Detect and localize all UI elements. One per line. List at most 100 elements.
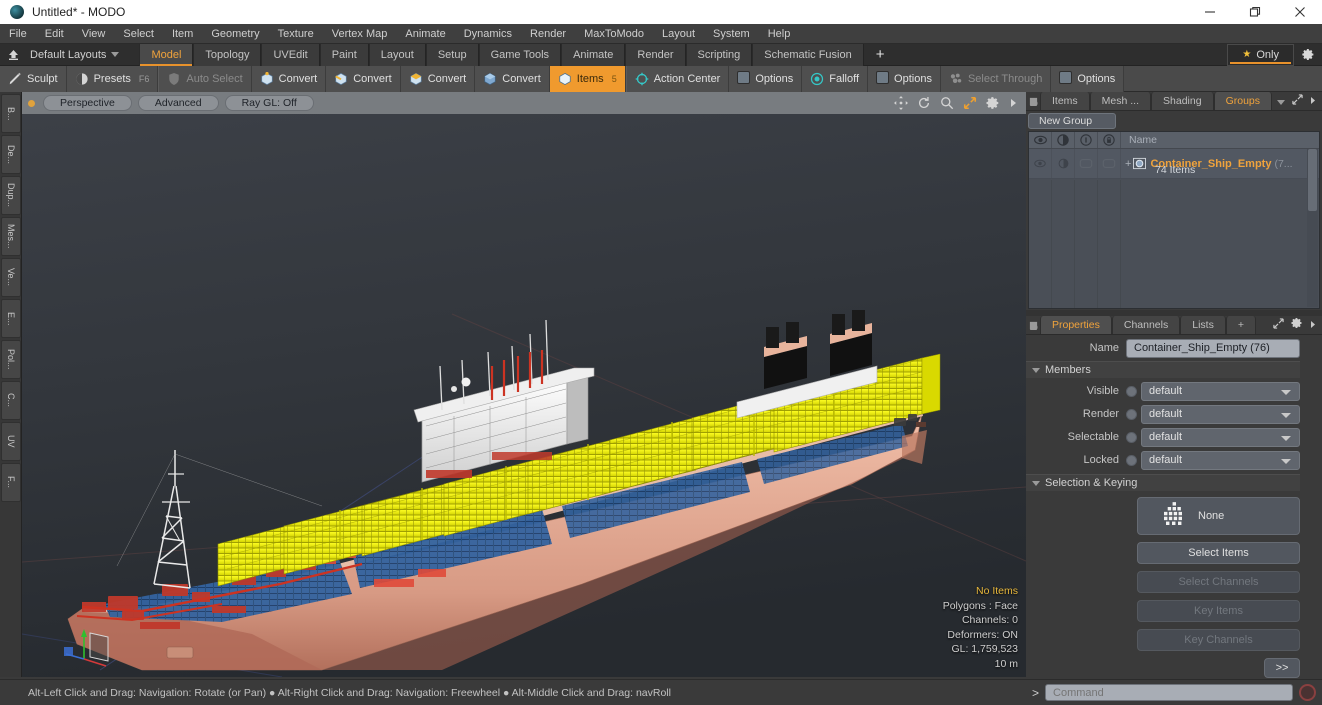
left-tab-7[interactable]: C... <box>1 381 21 420</box>
left-tab-5[interactable]: E... <box>1 299 21 338</box>
expand-icon[interactable]: + <box>1125 158 1131 170</box>
properties-popout-icon[interactable] <box>1273 316 1284 334</box>
tool-convert-6[interactable]: Convert <box>475 65 550 92</box>
tool-convert-3[interactable]: Convert <box>251 65 327 92</box>
panel-tab-groups[interactable]: Groups <box>1213 92 1273 110</box>
layout-tab-paint[interactable]: Paint <box>319 43 369 66</box>
row-selectable-toggle[interactable] <box>1075 149 1098 178</box>
property-value-dropdown[interactable]: default <box>1141 381 1300 401</box>
property-enable-toggle[interactable] <box>1126 408 1137 420</box>
new-group-button[interactable]: New Group <box>1028 112 1116 129</box>
properties-menu-icon[interactable] <box>1026 316 1040 334</box>
more-icon[interactable] <box>1009 97 1018 109</box>
layout-tab-layout[interactable]: Layout <box>368 43 426 66</box>
members-section-header[interactable]: Members <box>1026 361 1300 378</box>
visible-column-icon[interactable] <box>1029 132 1052 148</box>
tool-select-through-12[interactable]: Select Through <box>940 65 1052 92</box>
zoom-icon[interactable] <box>940 96 954 110</box>
menu-animate[interactable]: Animate <box>396 24 454 44</box>
properties-gear-icon[interactable] <box>1291 316 1303 334</box>
props-tab-lists[interactable]: Lists <box>1180 316 1226 334</box>
tool-falloff-10[interactable]: Falloff <box>802 65 869 92</box>
property-value-dropdown[interactable]: default <box>1141 404 1300 424</box>
viewport-canvas[interactable]: No Items Polygons : Face Channels: 0 Def… <box>22 114 1026 677</box>
layout-tab-animate[interactable]: Animate <box>561 43 626 66</box>
left-tab-9[interactable]: F... <box>1 463 21 502</box>
close-button[interactable] <box>1277 0 1322 24</box>
tool-items-7[interactable]: Items 5 <box>549 65 626 92</box>
property-enable-toggle[interactable] <box>1126 454 1137 466</box>
only-toggle-button[interactable]: ★ Only <box>1227 43 1294 66</box>
row-locked-toggle[interactable] <box>1098 149 1121 178</box>
tree-scrollbar-thumb[interactable] <box>1308 149 1317 211</box>
panel-more-icon[interactable] <box>1310 92 1317 110</box>
layout-tab-render[interactable]: Render <box>625 43 686 66</box>
props-tab-properties[interactable]: Properties <box>1040 316 1112 334</box>
property-value-dropdown[interactable]: default <box>1141 427 1300 447</box>
layout-tab-uvedit[interactable]: UVEdit <box>261 43 320 66</box>
left-tab-3[interactable]: Mes... <box>1 217 21 256</box>
table-row[interactable]: + Container_Ship_Empty (7... 74 Items <box>1029 149 1319 179</box>
tool-presets-1[interactable]: Presets F6 <box>66 65 159 92</box>
button-none[interactable]: None <box>1137 497 1300 535</box>
group-tree[interactable]: Name + Container_Ship_Empty (7... 74 Ite… <box>1028 131 1320 309</box>
property-enable-toggle[interactable] <box>1126 431 1137 443</box>
command-input[interactable] <box>1045 684 1293 701</box>
expand-properties-button[interactable]: >> <box>1264 658 1300 678</box>
menu-texture[interactable]: Texture <box>269 24 323 44</box>
menu-render[interactable]: Render <box>521 24 575 44</box>
locked-column-icon[interactable] <box>1098 132 1121 148</box>
property-enable-toggle[interactable] <box>1126 385 1137 397</box>
panel-popout-icon[interactable] <box>1292 92 1303 110</box>
record-macro-button[interactable] <box>1299 684 1316 701</box>
layout-tab-scripting[interactable]: Scripting <box>685 43 753 66</box>
button-select-items[interactable]: Select Items <box>1137 542 1300 564</box>
menu-edit[interactable]: Edit <box>36 24 73 44</box>
tool-action-center-8[interactable]: Action Center <box>625 65 730 92</box>
menu-geometry[interactable]: Geometry <box>202 24 268 44</box>
menu-dynamics[interactable]: Dynamics <box>455 24 521 44</box>
viewport-settings-icon[interactable] <box>986 96 1000 110</box>
fit-icon[interactable] <box>963 96 977 110</box>
group-name-input[interactable]: Container_Ship_Empty (76) <box>1126 338 1300 358</box>
3d-viewport[interactable]: Perspective Advanced Ray GL: Off No Item… <box>22 92 1026 677</box>
gear-icon[interactable] <box>1294 44 1322 66</box>
viewport-projection-dropdown[interactable]: Perspective <box>43 95 132 111</box>
menu-file[interactable]: File <box>0 24 36 44</box>
tool-convert-5[interactable]: Convert <box>400 65 476 92</box>
row-visible-toggle[interactable] <box>1029 149 1052 178</box>
tool-options-9[interactable]: Options <box>729 65 803 92</box>
left-tab-8[interactable]: UV <box>1 422 21 461</box>
menu-system[interactable]: System <box>704 24 759 44</box>
add-layout-button[interactable]: + <box>864 46 897 63</box>
default-layouts-dropdown[interactable]: Default Layouts <box>26 49 127 61</box>
viewport-raygl-dropdown[interactable]: Ray GL: Off <box>224 95 314 111</box>
layout-tab-setup[interactable]: Setup <box>425 43 479 66</box>
minimize-button[interactable] <box>1187 0 1232 24</box>
tabs-dropdown-icon[interactable] <box>1277 92 1285 110</box>
tool-options-13[interactable]: Options <box>1051 65 1125 92</box>
left-tab-1[interactable]: De... <box>1 135 21 174</box>
home-layout-icon[interactable] <box>0 44 26 66</box>
panel-tab-items[interactable]: Items <box>1040 92 1090 110</box>
tool-sculpt-0[interactable]: Sculpt <box>0 65 67 92</box>
tree-scrollbar[interactable] <box>1307 149 1318 307</box>
layout-tab-schematic-fusion[interactable]: Schematic Fusion <box>752 43 864 66</box>
tool-auto-select-2[interactable]: Auto Select <box>158 65 252 92</box>
properties-more-icon[interactable] <box>1310 316 1317 334</box>
menu-layout[interactable]: Layout <box>653 24 704 44</box>
render-column-icon[interactable] <box>1052 132 1075 148</box>
tool-options-11[interactable]: Options <box>868 65 941 92</box>
tool-convert-4[interactable]: Convert <box>326 65 401 92</box>
property-value-dropdown[interactable]: default <box>1141 450 1300 470</box>
panel-menu-icon[interactable] <box>1026 92 1040 110</box>
pan-icon[interactable] <box>894 96 908 110</box>
layout-tab-game-tools[interactable]: Game Tools <box>478 43 562 66</box>
props-tab-channels[interactable]: Channels <box>1111 316 1181 334</box>
rotate-icon[interactable] <box>917 96 931 110</box>
left-tab-2[interactable]: Dup... <box>1 176 21 215</box>
layout-tab-model[interactable]: Model <box>139 43 194 66</box>
selectable-column-icon[interactable] <box>1075 132 1098 148</box>
left-tab-6[interactable]: Pol... <box>1 340 21 379</box>
panel-tab-mesh[interactable]: Mesh ... <box>1089 92 1152 110</box>
